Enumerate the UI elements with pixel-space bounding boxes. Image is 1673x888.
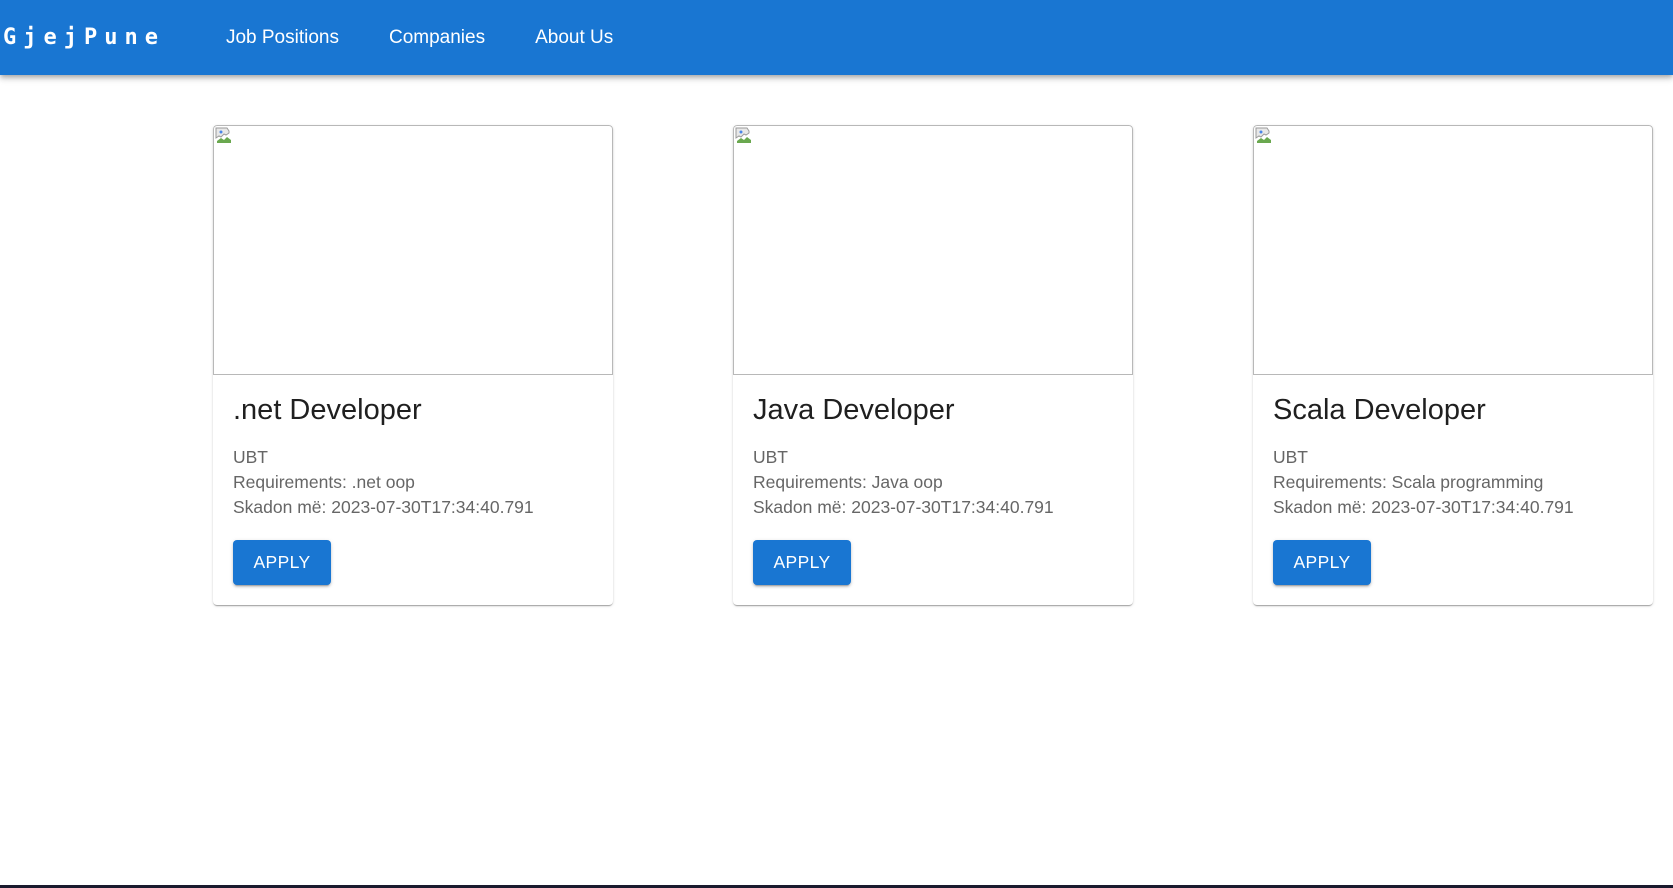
job-expiry: Skadon më: 2023-07-30T17:34:40.791 bbox=[233, 496, 534, 517]
job-requirements: Requirements: Scala programming bbox=[1273, 471, 1544, 492]
job-requirements: Requirements: .net oop bbox=[233, 471, 415, 492]
job-expiry: Skadon më: 2023-07-30T17:34:40.791 bbox=[753, 496, 1054, 517]
apply-button[interactable]: APPLY bbox=[753, 540, 851, 585]
job-title: .net Developer bbox=[233, 394, 422, 426]
apply-button[interactable]: APPLY bbox=[233, 540, 331, 585]
job-company: UBT bbox=[753, 446, 788, 467]
site-logo[interactable]: GjejPune bbox=[3, 26, 165, 49]
job-card: .net Developer UBT Requirements: .net oo… bbox=[213, 125, 613, 605]
nav-companies[interactable]: Companies bbox=[364, 20, 510, 55]
job-card-image bbox=[213, 125, 613, 375]
job-cards-grid: .net Developer UBT Requirements: .net oo… bbox=[0, 125, 1673, 607]
app-bar: GjejPune Job Positions Companies About U… bbox=[0, 0, 1673, 75]
job-card-image bbox=[1253, 125, 1653, 375]
apply-button[interactable]: APPLY bbox=[1273, 540, 1371, 585]
nav-job-positions[interactable]: Job Positions bbox=[201, 20, 364, 55]
job-requirements: Requirements: Java oop bbox=[753, 471, 943, 492]
job-title: Java Developer bbox=[753, 394, 955, 426]
broken-image-icon bbox=[215, 127, 231, 143]
job-company: UBT bbox=[1273, 446, 1308, 467]
broken-image-icon bbox=[735, 127, 751, 143]
job-title: Scala Developer bbox=[1273, 394, 1486, 426]
job-card: Java Developer UBT Requirements: Java oo… bbox=[733, 125, 1133, 605]
job-card-image bbox=[733, 125, 1133, 375]
job-company: UBT bbox=[233, 446, 268, 467]
job-expiry: Skadon më: 2023-07-30T17:34:40.791 bbox=[1273, 496, 1574, 517]
nav-about-us[interactable]: About Us bbox=[510, 20, 638, 55]
job-card: Scala Developer UBT Requirements: Scala … bbox=[1253, 125, 1653, 605]
broken-image-icon bbox=[1255, 127, 1271, 143]
